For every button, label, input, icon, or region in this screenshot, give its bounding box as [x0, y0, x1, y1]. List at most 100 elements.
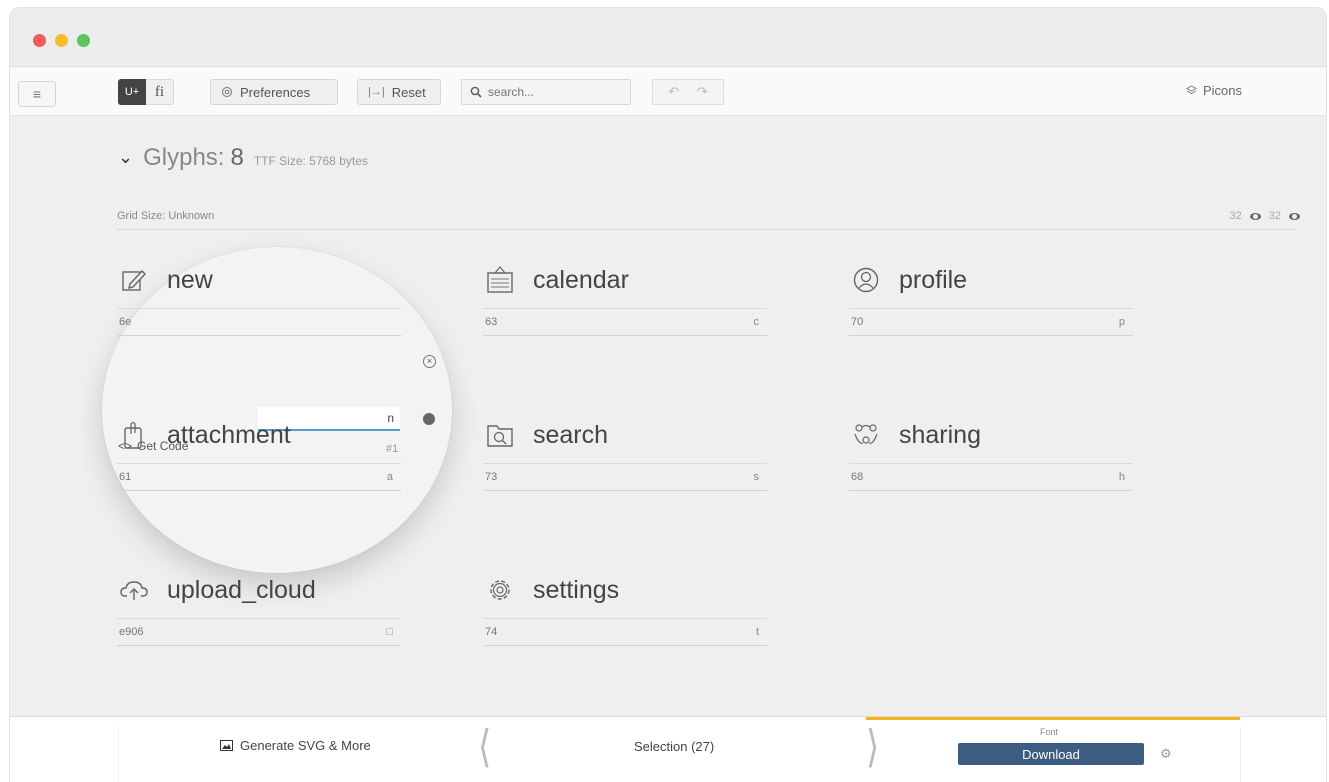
glyph-char: c: [753, 316, 760, 328]
glyph-code: 68: [851, 471, 864, 483]
layers-icon: [1186, 85, 1197, 95]
glyph-section-header[interactable]: ⌄ Glyphs: 8 TTF Size: 5768 bytes: [118, 144, 368, 172]
gear-icon: [222, 87, 232, 97]
grid-size-label: Grid Size: Unknown: [117, 210, 215, 222]
glyph-card-search[interactable]: search 73 s: [483, 415, 767, 491]
smiley-icon[interactable]: [423, 413, 435, 425]
app-window: ≡ U+ fi Preferences |→| Reset ↶: [10, 8, 1326, 782]
glyph-char: □: [386, 626, 393, 638]
preferences-button[interactable]: Preferences: [210, 79, 338, 105]
glyph-count: 8: [230, 144, 244, 171]
divider: [117, 229, 1297, 230]
preview-size-2[interactable]: 32: [1269, 210, 1281, 222]
attachment-icon: [117, 418, 151, 452]
search-input[interactable]: [488, 85, 618, 99]
glyph-code-row: 74 t: [483, 618, 767, 646]
glyph-name: search: [533, 420, 609, 449]
hamburger-menu-button[interactable]: ≡: [18, 81, 56, 107]
glyph-card-profile[interactable]: profile 70 p: [849, 260, 1133, 336]
undo-icon[interactable]: ↶: [668, 84, 679, 100]
sharing-icon: [849, 418, 883, 452]
maximize-window-button[interactable]: [77, 34, 90, 47]
preferences-label: Preferences: [240, 84, 311, 100]
glyph-card-upload-cloud[interactable]: upload_cloud e906 □: [117, 570, 401, 646]
close-window-button[interactable]: [33, 34, 46, 47]
glyph-code: 61: [119, 471, 132, 483]
glyph-card-new[interactable]: new 6e: [117, 260, 401, 336]
edit-icon: [117, 263, 151, 297]
glyph-name: sharing: [899, 420, 981, 449]
profile-icon: [849, 263, 883, 297]
glyph-code: e906: [119, 626, 144, 638]
chevron-left-icon[interactable]: ⟨: [478, 721, 491, 773]
preview-size-1[interactable]: 32: [1230, 210, 1242, 222]
gear-icon: [483, 573, 517, 607]
history-controls: ↶ ↷: [652, 79, 724, 105]
generate-label: Generate SVG & More: [240, 738, 371, 753]
glyph-code: 70: [851, 316, 864, 328]
minimize-window-button[interactable]: [55, 34, 68, 47]
glyph-card-settings[interactable]: settings 74 t: [483, 570, 767, 646]
glyph-code-row: 73 s: [483, 463, 767, 491]
glyph-code-row: 6e: [117, 308, 401, 336]
glyph-code-row: 63 c: [483, 308, 767, 336]
glyph-name: profile: [899, 265, 968, 294]
glyph-code: 73: [485, 471, 498, 483]
glyph-char: t: [755, 626, 759, 638]
glyph-code: 74: [485, 626, 498, 638]
title-bar: [10, 8, 1326, 66]
glyph-char: a: [386, 471, 393, 483]
divider: [118, 727, 119, 782]
hamburger-icon: ≡: [32, 86, 42, 102]
font-name-indicator[interactable]: Picons: [1186, 83, 1242, 98]
glyph-code: 63: [485, 316, 498, 328]
reset-label: Reset: [391, 84, 426, 100]
font-label: Font: [1040, 727, 1059, 737]
generate-svg-button[interactable]: Generate SVG & More: [220, 738, 371, 753]
image-icon: [220, 740, 233, 751]
font-tab: Font Download ⚙: [866, 717, 1240, 780]
glyph-name: new: [167, 265, 213, 294]
eye-icon[interactable]: [1289, 212, 1300, 220]
gear-icon[interactable]: ⚙: [1160, 746, 1172, 762]
glyph-card-sharing[interactable]: sharing 68 h: [849, 415, 1133, 491]
unicode-mode-button[interactable]: U+: [118, 79, 146, 105]
search-icon: [470, 86, 482, 98]
glyph-code-row: 68 h: [849, 463, 1133, 491]
toolbar: ≡ U+ fi Preferences |→| Reset ↶: [10, 66, 1326, 116]
glyph-name: calendar: [533, 265, 629, 294]
ttf-size: TTF Size: 5768 bytes: [253, 154, 368, 168]
glyph-name: attachment: [167, 420, 291, 449]
upload-cloud-icon: [117, 573, 151, 607]
search-box: [461, 79, 631, 105]
redo-icon[interactable]: ↷: [697, 84, 708, 100]
glyph-char: p: [1118, 316, 1125, 328]
chevron-down-icon[interactable]: ⌄: [118, 147, 133, 168]
reset-button[interactable]: |→| Reset: [357, 79, 441, 105]
glyph-name: upload_cloud: [167, 575, 316, 604]
glyph-name: settings: [533, 575, 620, 604]
download-button[interactable]: Download: [958, 743, 1144, 765]
glyph-code-row: 61 a: [117, 463, 401, 491]
glyph-code-row: 70 p: [849, 308, 1133, 336]
glyph-workspace: ⌄ Glyphs: 8 TTF Size: 5768 bytes Grid Si…: [10, 115, 1326, 715]
reset-icon: |→|: [368, 86, 385, 98]
glyph-card-calendar[interactable]: calendar 63 c: [483, 260, 767, 336]
bottom-bar: Generate SVG & More ⟨ Selection (27) ⟩ F…: [10, 716, 1326, 782]
glyph-card-attachment[interactable]: attachment 61 a: [117, 415, 401, 491]
glyph-char: s: [753, 471, 760, 483]
calendar-icon: [483, 263, 517, 297]
font-name-label: Picons: [1202, 83, 1242, 98]
glyph-char: h: [1118, 471, 1125, 483]
glyph-mode-toggle: U+ fi: [118, 79, 174, 105]
glyph-code-row: e906 □: [117, 618, 401, 646]
glyph-code: 6e: [119, 316, 132, 328]
ligature-mode-button[interactable]: fi: [146, 79, 174, 105]
divider: [1240, 727, 1241, 782]
eye-icon[interactable]: [1249, 212, 1261, 220]
close-icon[interactable]: ×: [423, 355, 436, 368]
selection-button[interactable]: Selection (27): [634, 739, 714, 754]
folder-search-icon: [483, 418, 517, 452]
preview-size-controls: 32 32: [1230, 210, 1300, 222]
section-title: Glyphs:: [143, 144, 225, 171]
